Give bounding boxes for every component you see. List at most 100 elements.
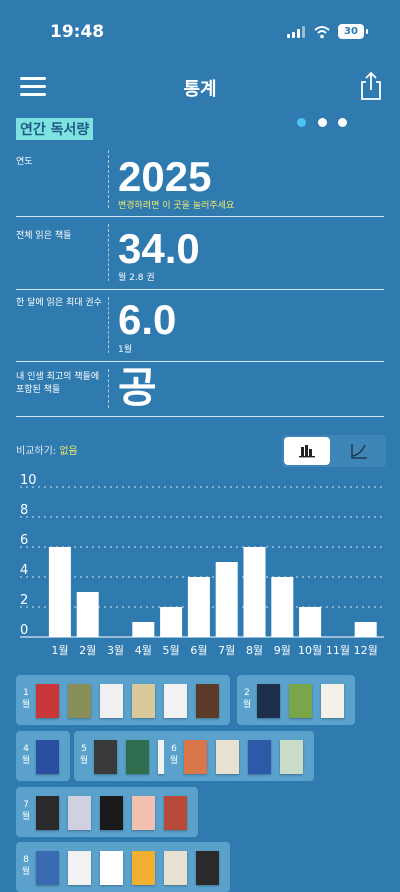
month-book-group: 7월 [16, 787, 198, 837]
book-cover[interactable] [36, 796, 59, 830]
month-group-label: 5월 [79, 744, 89, 766]
y-tick-label: 2 [20, 593, 28, 608]
book-cover[interactable] [164, 796, 187, 830]
nav-bar: 통계 [0, 65, 400, 109]
x-tick-label: 1월 [51, 644, 68, 657]
bar [354, 622, 377, 637]
book-cover[interactable] [164, 851, 187, 885]
stat-separator [108, 150, 109, 208]
y-tick-label: 4 [20, 563, 28, 578]
month-book-group: 8월 [16, 842, 230, 892]
book-cover[interactable] [132, 684, 155, 718]
line-chart-icon [351, 444, 367, 459]
compare-value[interactable]: 없음 [59, 446, 77, 457]
book-cover[interactable] [196, 851, 219, 885]
page-dot-1[interactable] [297, 118, 306, 127]
signal-icon [287, 26, 305, 38]
bar [299, 607, 322, 637]
book-cover[interactable] [164, 684, 187, 718]
month-group-label: 2월 [242, 688, 252, 710]
y-tick-label: 0 [20, 623, 28, 638]
stat-label: 한 달에 읽은 최대 권수 [16, 298, 102, 308]
share-icon[interactable] [358, 71, 384, 101]
bar [243, 547, 266, 637]
bar-chart-toggle[interactable] [284, 437, 330, 465]
bar [132, 622, 155, 637]
stat-row-max-month: 한 달에 읽은 최대 권수 6.0 1월 [16, 289, 384, 362]
x-tick-label: 12월 [354, 644, 378, 657]
compare-label: 비교하기: [16, 446, 57, 457]
y-tick-label: 8 [20, 503, 28, 518]
bar [215, 562, 238, 637]
y-tick-label: 6 [20, 533, 28, 548]
max-month-name: 1월 [118, 345, 133, 355]
stat-separator [108, 369, 109, 408]
year-value[interactable]: 2025 [118, 156, 211, 198]
book-cover[interactable] [100, 796, 123, 830]
stat-label: 전체 읽은 책들 [16, 231, 72, 241]
month-group-label: 1월 [21, 688, 31, 710]
book-cover[interactable] [257, 684, 280, 718]
book-cover[interactable] [132, 851, 155, 885]
compare-row[interactable]: 비교하기: 없음 [16, 442, 78, 457]
status-bar: 19:48 30 [0, 0, 400, 60]
x-tick-label: 8월 [246, 644, 263, 657]
book-cover[interactable] [36, 851, 59, 885]
book-cover[interactable] [36, 740, 59, 774]
book-cover[interactable] [280, 740, 303, 774]
book-cover[interactable] [94, 740, 117, 774]
max-month-value: 6.0 [118, 296, 177, 343]
book-cover[interactable] [132, 796, 155, 830]
month-group-label: 6월 [169, 744, 179, 766]
battery-indicator: 30 [338, 24, 364, 39]
month-group-label: 4월 [21, 744, 31, 766]
month-book-group: 2월 [237, 675, 355, 725]
book-cover[interactable] [289, 684, 312, 718]
page-title: 통계 [183, 79, 217, 100]
x-tick-label: 5월 [163, 644, 180, 657]
book-cover[interactable] [248, 740, 271, 774]
book-cover[interactable] [68, 851, 91, 885]
x-tick-label: 3월 [107, 644, 124, 657]
x-tick-label: 4월 [135, 644, 152, 657]
stat-row-best-books: 내 인생 최고의 책들에 포함된 책들 공 [16, 361, 384, 417]
month-group-label: 7월 [21, 800, 31, 822]
book-cover[interactable] [100, 684, 123, 718]
stat-separator [108, 224, 109, 281]
stat-label: 내 인생 최고의 책들에 포함된 책들 [16, 372, 100, 395]
book-cover[interactable] [184, 740, 207, 774]
bar [76, 592, 99, 637]
stat-row-year[interactable]: 연도 2025 변경하려면 이 곳을 눌러주세요 [16, 142, 384, 217]
section-title: 연간 독서량 [16, 118, 94, 140]
book-cover[interactable] [196, 684, 219, 718]
x-tick-label: 2월 [79, 644, 96, 657]
book-cover[interactable] [68, 684, 91, 718]
x-tick-label: 6월 [190, 644, 207, 657]
monthly-average: 월 2.8 권 [118, 273, 155, 283]
status-time: 19:48 [50, 22, 105, 42]
line-chart-toggle[interactable] [336, 437, 382, 465]
stat-label: 연도 [16, 157, 33, 167]
page-dot-3[interactable] [338, 118, 347, 127]
page-dot-2[interactable] [318, 118, 327, 127]
book-cover[interactable] [36, 684, 59, 718]
month-book-group: 4월 [16, 731, 70, 781]
book-cover[interactable] [321, 684, 344, 718]
chart-type-toggle[interactable] [282, 435, 386, 467]
x-tick-label: 9월 [274, 644, 291, 657]
book-cover[interactable] [100, 851, 123, 885]
year-hint: 변경하려면 이 곳을 눌러주세요 [118, 201, 235, 211]
bar [48, 547, 71, 637]
month-book-group: 6월 [164, 731, 314, 781]
book-cover[interactable] [68, 796, 91, 830]
x-tick-label: 7월 [218, 644, 235, 657]
total-books-value: 34.0 [118, 225, 200, 272]
bar [271, 577, 294, 637]
x-tick-label: 11월 [326, 644, 350, 657]
book-cover[interactable] [126, 740, 149, 774]
book-cover[interactable] [216, 740, 239, 774]
wifi-icon [314, 26, 330, 39]
stat-separator [108, 297, 109, 353]
bar [160, 607, 183, 637]
monthly-bar-chart: 0 2 4 6 8 10 1월 2월 3월 4월 5월 6월 7월 8월 9월 10월 11월 12월 [20, 473, 384, 657]
